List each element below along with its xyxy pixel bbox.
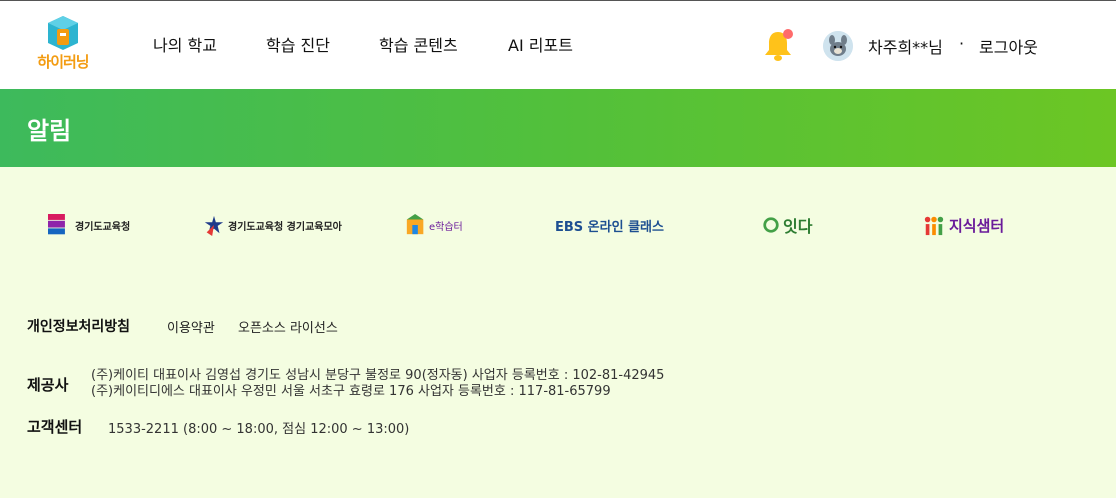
e-learning-logo-icon xyxy=(406,214,424,235)
partner-label: 잇다 xyxy=(783,217,813,236)
school-bag-icon xyxy=(48,16,78,50)
notification-dot xyxy=(783,29,793,39)
logout-button[interactable]: 로그아웃 xyxy=(979,34,1038,58)
gyeonggi-office-logo-icon xyxy=(48,214,65,235)
partner-label: EBS 온라인 클래스 xyxy=(555,219,664,235)
customer-center-info: 1533-2211 (8:00 ~ 18:00, 점심 12:00 ~ 13:0… xyxy=(108,422,410,437)
partner-itda[interactable]: 잇다 xyxy=(762,208,812,242)
partner-gyeonggi-office[interactable]: 경기도교육청 xyxy=(48,208,130,242)
partner-label: e학습터 xyxy=(429,221,463,233)
nav-learning-diagnosis[interactable]: 학습 진단 xyxy=(266,32,330,56)
logo-text: 하이러닝 xyxy=(37,53,89,71)
nav-my-school[interactable]: 나의 학교 xyxy=(153,32,217,56)
nav-ai-report[interactable]: AI 리포트 xyxy=(508,32,573,56)
logo[interactable]: 하이러닝 xyxy=(30,16,96,76)
avatar[interactable] xyxy=(823,31,853,61)
partner-e-learning[interactable]: e학습터 xyxy=(405,208,463,242)
terms-link[interactable]: 이용약관 xyxy=(167,317,215,336)
page-banner: 알림 xyxy=(0,89,1116,167)
nav-learning-contents[interactable]: 학습 콘텐츠 xyxy=(379,32,458,56)
provider-label: 제공사 xyxy=(27,376,69,394)
partner-label: 경기도교육청 경기교육모아 xyxy=(228,221,342,233)
user-name: 차주희**님 xyxy=(868,38,943,57)
partner-gyeonggi-moa[interactable]: 경기도교육청 경기교육모아 xyxy=(203,208,342,242)
knowledge-samter-logo-icon xyxy=(924,216,944,236)
partner-label: 지식샘터 xyxy=(949,216,1005,235)
gyeonggi-moa-logo-icon xyxy=(204,215,224,236)
opensource-license-link[interactable]: 오픈소스 라이선스 xyxy=(238,317,338,336)
provider-info: (주)케이티 대표이사 김영섭 경기도 성남시 분당구 불정로 90(정자동) … xyxy=(91,368,664,400)
itda-logo-icon xyxy=(763,217,779,233)
partner-ebs[interactable]: EBS 온라인 클래스 xyxy=(555,208,664,242)
customer-center-label: 고객센터 xyxy=(27,418,83,436)
partner-label: 경기도교육청 xyxy=(75,221,131,233)
provider-line: (주)케이티 대표이사 김영섭 경기도 성남시 분당구 불정로 90(정자동) … xyxy=(91,368,665,383)
site-header: 하이러닝 나의 학교 학습 진단 학습 콘텐츠 AI 리포트 차주희**님 · … xyxy=(0,1,1116,89)
page-title: 알림 xyxy=(27,117,72,145)
header-separator: · xyxy=(959,34,965,53)
partner-knowledge-samter[interactable]: 지식샘터 xyxy=(923,208,1004,242)
privacy-policy-link[interactable]: 개인정보처리방침 xyxy=(27,316,130,336)
partner-logos: 경기도교육청 경기도교육청 경기교육모아 e학습터 EBS 온라인 클래스 잇다 xyxy=(0,200,1116,250)
provider-line: (주)케이티디에스 대표이사 우정민 서울 서초구 효령로 176 사업자 등록… xyxy=(91,384,611,399)
notification-bell-icon[interactable] xyxy=(762,28,796,64)
avatar-character-icon xyxy=(823,31,853,61)
